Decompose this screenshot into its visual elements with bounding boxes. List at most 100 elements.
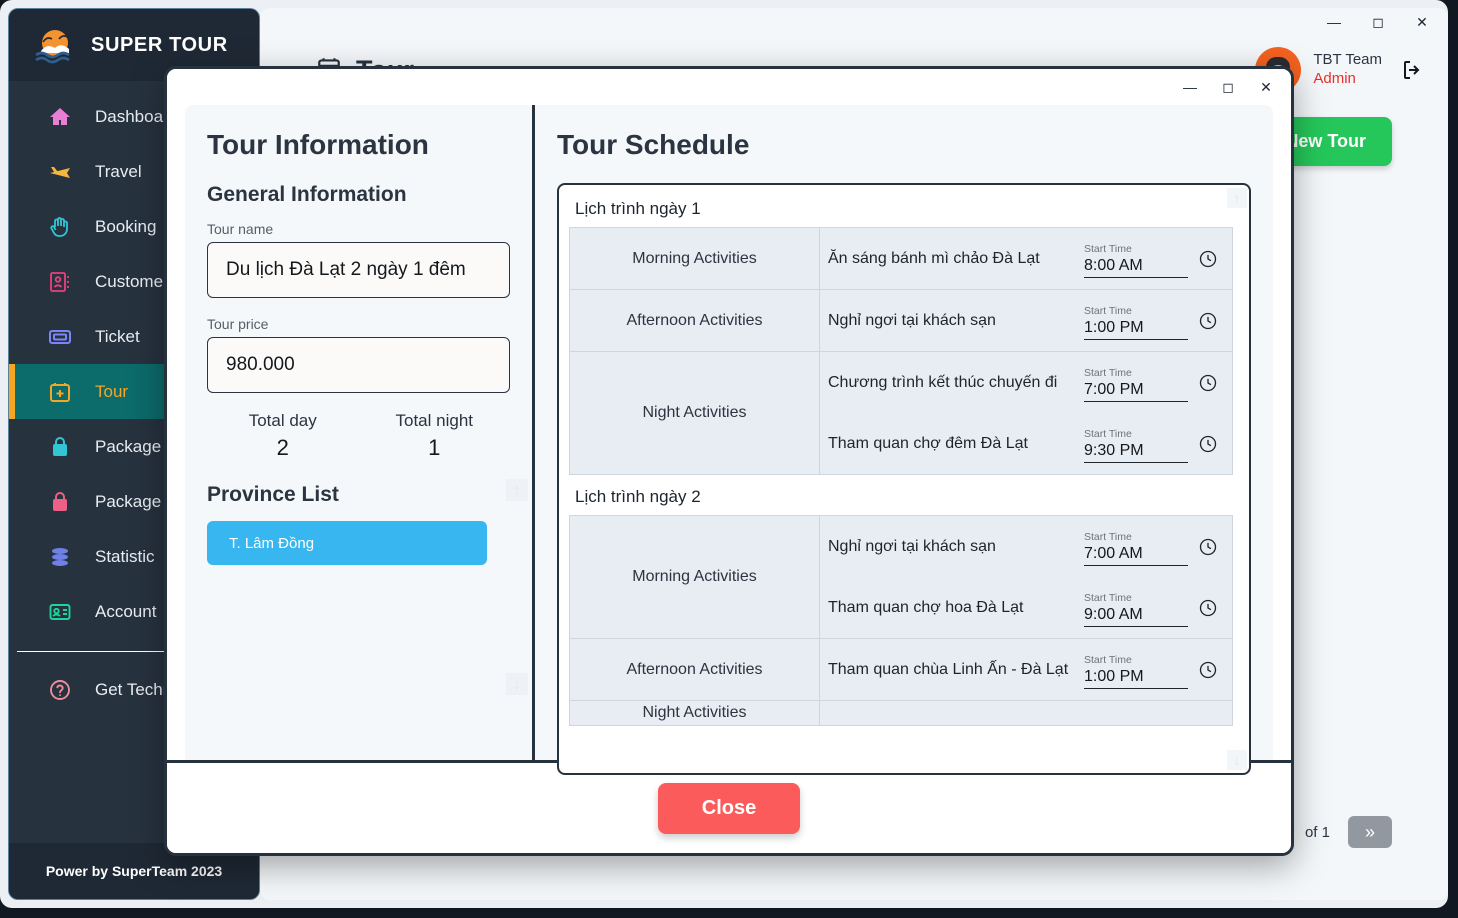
table-row: Afternoon Activities Nghỉ ngơi tại khách… [569,289,1233,352]
activities-cell [819,700,1233,726]
maximize-button[interactable]: ◻ [1356,8,1400,36]
sidebar-item-label: Booking [95,216,157,236]
dialog-maximize-button[interactable]: ◻ [1209,72,1247,102]
tour-schedule-panel: Tour Schedule ↑ ↓ Lịch trình ngày 1 Morn… [535,105,1273,775]
day-label: Lịch trình ngày 2 [575,487,701,506]
period-label: Morning Activities [569,227,820,290]
tour-information-title: Tour Information [207,129,429,160]
start-time-label: Start Time [1084,531,1132,543]
table-row: Night Activities Chương trình kết thúc c… [569,351,1233,475]
clock-icon[interactable] [1198,373,1218,393]
user-name: TBT Team [1313,51,1382,69]
totals-row: Total day 2 Total night 1 [207,411,510,461]
start-time-label: Start Time [1084,243,1132,255]
tour-name-input[interactable]: Du lịch Đà Lạt 2 ngày 1 đêm [207,242,510,298]
pagination: of 1 » [1305,816,1392,848]
start-time-field[interactable]: Start Time 1:00 PM [1084,650,1188,689]
start-time-label: Start Time [1084,367,1132,379]
activity-name: Nghỉ ngơi tại khách sạn [828,311,996,329]
dialog-minimize-button[interactable]: — [1171,72,1209,102]
total-night-value: 1 [428,435,441,460]
start-time-value: 1:00 PM [1084,319,1188,340]
close-button[interactable]: ✕ [1400,8,1444,36]
sidebar-item-label: Account [95,601,157,621]
start-time-value: 1:00 PM [1084,668,1188,689]
clock-icon[interactable] [1198,249,1218,269]
period-label: Night Activities [569,700,820,726]
activity-name: Chương trình kết thúc chuyến đi [828,373,1058,391]
activity-name: Nghỉ ngơi tại khách sạn [828,537,996,555]
day-label: Lịch trình ngày 1 [575,199,701,218]
dialog-window-controls: — ◻ ✕ [167,69,1291,105]
sidebar-item-label: Statistic [95,546,155,566]
database-icon [47,544,73,570]
total-night-label: Total night [395,411,474,430]
day-2-table: Morning Activities Nghỉ ngơi tại khách s… [569,515,1233,726]
clock-icon[interactable] [1198,434,1218,454]
period-label: Afternoon Activities [569,638,820,701]
table-row: Morning Activities Ăn sáng bánh mì chảo … [569,227,1233,290]
tour-information-panel: Tour Information General Information Tou… [185,105,535,760]
clock-icon[interactable] [1198,598,1218,618]
activities-cell: Chương trình kết thúc chuyến đi Start Ti… [819,351,1233,475]
user-meta: TBT Team Admin [1313,51,1382,89]
empty-activities [820,701,1232,725]
dialog-close-button[interactable]: ✕ [1247,72,1285,102]
ticket-icon [47,324,73,350]
activity-name: Tham quan chợ hoa Đà Lạt [828,598,1024,616]
table-row: Night Activities [569,700,1233,726]
airplane-icon [47,159,73,185]
start-time-label: Start Time [1084,428,1132,440]
logout-icon[interactable] [1400,58,1424,82]
province-list: ↑ T. Lâm Đồng ↓ [207,479,528,695]
sidebar-item-label: Tour [95,381,129,401]
period-label: Night Activities [569,351,820,475]
start-time-field[interactable]: Start Time 9:30 PM [1084,424,1188,463]
pagination-next-button[interactable]: » [1348,816,1392,848]
sidebar-item-label: Travel [95,161,142,181]
tour-price-label: Tour price [207,316,269,332]
period-label: Afternoon Activities [569,289,820,352]
start-time-field[interactable]: Start Time 7:00 PM [1084,363,1188,402]
question-circle-icon [47,677,73,703]
schedule-content: Lịch trình ngày 1 Morning Activities Ăn … [559,185,1249,773]
activities-cell: Ăn sáng bánh mì chảo Đà Lạt Start Time 8… [819,227,1233,290]
day-1-table: Morning Activities Ăn sáng bánh mì chảo … [569,227,1233,475]
clock-icon[interactable] [1198,537,1218,557]
general-information-title: General Information [207,183,407,206]
clock-icon[interactable] [1198,311,1218,331]
calendar-plus-icon [47,379,73,405]
activity-row: Tham quan chợ hoa Đà Lạt Start Time 9:00… [820,577,1232,638]
schedule-scroll-container: ↑ ↓ Lịch trình ngày 1 Morning Activities… [557,183,1251,775]
start-time-value: 9:30 PM [1084,442,1188,463]
list-item[interactable]: T. Lâm Đồng [207,521,487,565]
start-time-label: Start Time [1084,654,1132,666]
activities-cell: Nghỉ ngơi tại khách sạn Start Time 1:00 … [819,289,1233,352]
tour-name-label: Tour name [207,221,274,237]
beach-sunset-logo-icon [33,26,77,64]
tour-detail-dialog: — ◻ ✕ Tour Information General Informati… [164,66,1294,856]
sidebar-item-label: Package [95,491,162,511]
tour-price-input[interactable]: 980.000 [207,337,510,393]
start-time-field[interactable]: Start Time 7:00 AM [1084,527,1188,566]
activity-row: Nghỉ ngơi tại khách sạn Start Time 7:00 … [820,516,1232,577]
brand-title: SUPER TOUR [91,33,228,56]
scroll-up-arrow-icon[interactable]: ↑ [506,479,528,501]
clock-icon[interactable] [1198,660,1218,680]
total-day-value: 2 [276,435,289,460]
sidebar-item-label: Customer [95,271,169,291]
minimize-button[interactable]: — [1312,8,1356,36]
home-icon [47,104,73,130]
close-dialog-button[interactable]: Close [657,782,801,834]
start-time-field[interactable]: Start Time 8:00 AM [1084,239,1188,278]
dialog-body: Tour Information General Information Tou… [167,105,1291,775]
activity-name: Tham quan chợ đêm Đà Lạt [828,434,1028,452]
hand-icon [47,214,73,240]
scroll-down-arrow-icon[interactable]: ↓ [506,673,528,695]
bag-pink-icon [47,489,73,515]
start-time-field[interactable]: Start Time 1:00 PM [1084,301,1188,340]
activity-row: Tham quan chùa Linh Ấn - Đà Lạt Start Ti… [820,639,1232,700]
start-time-field[interactable]: Start Time 9:00 AM [1084,588,1188,627]
sidebar-item-label: Ticket [95,326,140,346]
start-time-value: 7:00 AM [1084,545,1188,566]
